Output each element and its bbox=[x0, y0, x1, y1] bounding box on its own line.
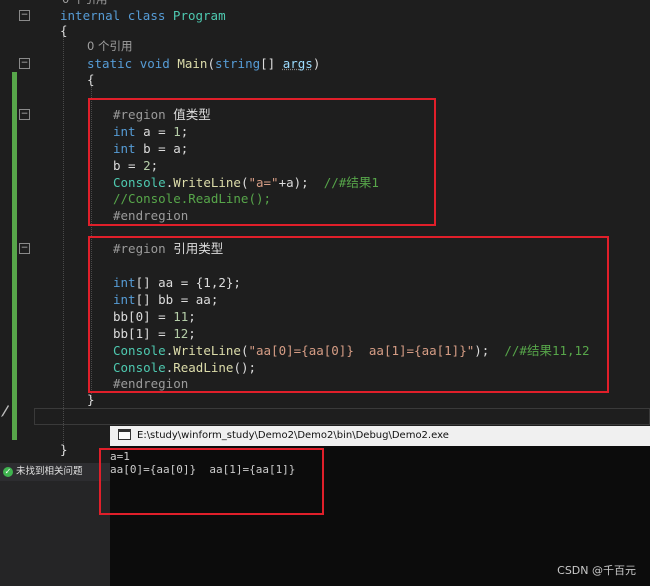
console-title-bar[interactable]: E:\study\winform_study\Demo2\Demo2\bin\D… bbox=[110, 426, 650, 446]
keyword: internal bbox=[60, 8, 121, 23]
highlight-box-reference-types bbox=[88, 236, 609, 393]
keyword: class bbox=[127, 8, 166, 23]
keyword: static bbox=[87, 56, 133, 71]
output-panel-background bbox=[0, 481, 110, 586]
fold-toggle-icon[interactable]: − bbox=[19, 243, 30, 254]
brace: } bbox=[87, 392, 95, 407]
keyword: string bbox=[214, 56, 261, 71]
highlight-box-console-output bbox=[99, 448, 324, 515]
class-declaration: internal class Program bbox=[60, 7, 226, 24]
brackets: [] bbox=[260, 56, 283, 71]
watermark: CSDN @千百元 bbox=[557, 564, 636, 577]
keyword: void bbox=[139, 56, 170, 71]
status-text: 未找到相关问题 bbox=[16, 466, 83, 477]
pen-icon bbox=[1, 405, 9, 417]
check-circle-icon: ✓ bbox=[3, 466, 13, 477]
brace: { bbox=[60, 23, 68, 38]
paren: ) bbox=[312, 56, 321, 71]
brace: } bbox=[60, 442, 68, 457]
console-title: E:\study\winform_study\Demo2\Demo2\bin\D… bbox=[137, 430, 449, 441]
brace: { bbox=[87, 72, 95, 87]
highlight-box-value-types bbox=[88, 98, 436, 226]
fold-toggle-icon[interactable]: − bbox=[19, 58, 30, 69]
error-status-bar[interactable]: ✓ 未找到相关问题 bbox=[0, 463, 110, 481]
class-name: Program bbox=[172, 8, 226, 23]
fold-toggle-icon[interactable]: − bbox=[19, 109, 30, 120]
change-indicator-bar bbox=[12, 72, 17, 440]
method-signature: static void Main(string[] args) bbox=[87, 55, 320, 72]
indent-guide bbox=[63, 36, 64, 456]
current-line-highlight[interactable] bbox=[34, 408, 650, 425]
console-window-icon bbox=[118, 428, 131, 440]
method-name: Main bbox=[177, 56, 208, 71]
paren: ( bbox=[207, 56, 215, 71]
fold-toggle-icon[interactable]: − bbox=[19, 10, 30, 21]
parameter-name: args bbox=[282, 56, 313, 71]
reference-count[interactable]: 0 个引用 bbox=[87, 38, 132, 55]
